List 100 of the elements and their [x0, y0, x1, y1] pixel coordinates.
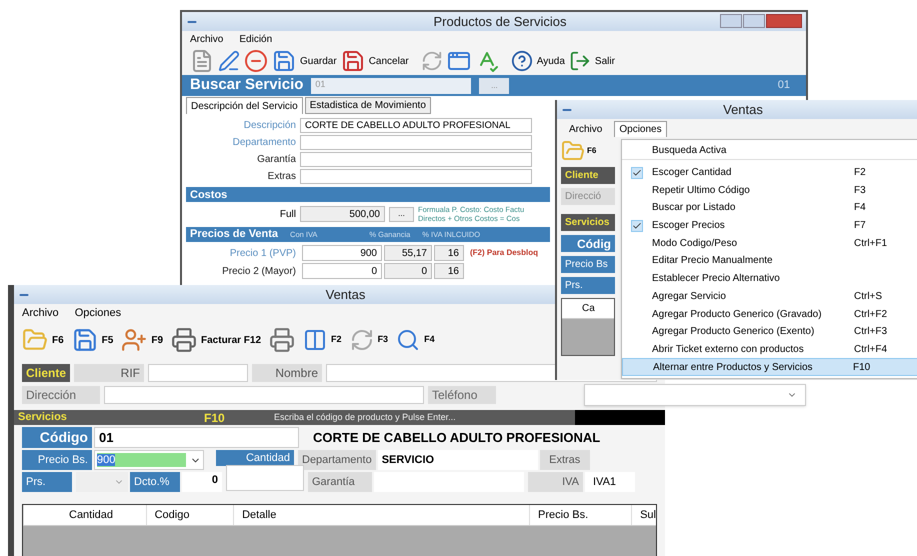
- price-label: Precio Bs: [561, 256, 615, 273]
- pen-icon[interactable]: [218, 50, 240, 72]
- tax-label: IVA: [528, 472, 583, 492]
- option-label: Alternar entre Productos y Servicios: [653, 360, 814, 375]
- open-button[interactable]: F6: [561, 139, 615, 163]
- save-button[interactable]: Guardar: [272, 49, 337, 73]
- menu-option[interactable]: Alternar entre Productos y Servicios F10: [622, 358, 917, 376]
- option-label: Agregar Servicio: [652, 290, 727, 304]
- minimize-button[interactable]: [720, 14, 742, 28]
- windows-icon[interactable]: [446, 49, 471, 73]
- discount-field[interactable]: 0: [182, 472, 222, 492]
- discount-label: Dcto.%: [130, 472, 180, 492]
- formula-button[interactable]: ...: [389, 206, 414, 222]
- help-icon: [510, 50, 533, 72]
- phone-label: Teléfono: [428, 386, 496, 404]
- shortcut-text: Ctrl+S: [853, 290, 884, 304]
- toolbar-button[interactable]: F3: [350, 328, 388, 352]
- code-field[interactable]: 01: [94, 427, 299, 448]
- warranty-label: Garantía: [308, 472, 372, 492]
- prs-select[interactable]: [76, 472, 128, 492]
- toolbar-button[interactable]: F4: [396, 328, 435, 352]
- column-header[interactable]: Detalle: [233, 505, 530, 525]
- cancel-button[interactable]: Cancelar: [340, 49, 409, 73]
- search-label: Buscar Servicio: [190, 75, 304, 96]
- price-select[interactable]: 900: [94, 450, 204, 470]
- document-icon[interactable]: [190, 49, 214, 73]
- tab[interactable]: Descripción del Servicio: [186, 97, 303, 114]
- menu-option[interactable]: Modo Codigo/Peso Ctrl+F1: [622, 234, 917, 252]
- address-field[interactable]: [104, 386, 424, 404]
- menu-item[interactable]: Archivo: [565, 122, 606, 137]
- toolbar-button[interactable]: F9: [121, 327, 164, 353]
- menu-option[interactable]: Agregar Producto Generico (Exento) Ctrl+F3: [622, 322, 917, 341]
- field-label: Extras: [266, 170, 296, 184]
- toolbar-button[interactable]: F6: [22, 327, 64, 353]
- option-label: Busqueda Activa: [652, 144, 728, 158]
- close-button[interactable]: [766, 14, 802, 28]
- column-header[interactable]: Sul: [631, 505, 656, 525]
- floppy-icon: [272, 49, 296, 73]
- menu-option[interactable]: Editar Precio Manualmente: [622, 252, 917, 270]
- tax-value: IVA1: [585, 472, 635, 492]
- unlock-hint: (F2) Para Desbloq: [470, 247, 538, 259]
- help-button[interactable]: Ayuda: [510, 50, 565, 72]
- option-label: Abrir Ticket externo con productos: [652, 342, 805, 357]
- field-label: Descripción: [242, 119, 296, 133]
- menu-option[interactable]: Repetir Ultimo Código F3: [622, 181, 917, 200]
- name-label: Nombre: [252, 364, 322, 382]
- menu-option[interactable]: Escoger Cantidad F2: [622, 164, 917, 182]
- refresh-icon[interactable]: [420, 50, 443, 72]
- exit-button[interactable]: Salir: [568, 50, 615, 72]
- extras-label: Extras: [540, 450, 590, 470]
- address-label: Direcció: [561, 188, 615, 205]
- menu-item[interactable]: Archivo: [22, 304, 59, 322]
- menu-option[interactable]: Busqueda Activa: [622, 142, 917, 160]
- shortcut-text: F10: [852, 360, 872, 375]
- shortcut-text: F4: [853, 201, 867, 216]
- menu-option[interactable]: Establecer Precio Alternativo: [622, 270, 917, 288]
- rif-label: RIF: [74, 364, 144, 382]
- menu-item[interactable]: Archivo: [190, 32, 224, 46]
- shortcut-text: Ctrl+F3: [853, 325, 888, 340]
- stop-icon[interactable]: [244, 49, 268, 73]
- menu-option[interactable]: Agregar Producto Generico (Gravado) Ctrl+F2: [622, 305, 917, 323]
- price-field[interactable]: 0: [302, 263, 382, 279]
- code-label: Código: [22, 427, 92, 448]
- price-field: 16: [434, 245, 464, 261]
- text-field[interactable]: CORTE DE CABELLO ADULTO PROFESIONAL: [300, 118, 532, 133]
- department-value: SERVICIO: [378, 450, 538, 470]
- toolbar-button[interactable]: Facturar F12: [171, 327, 262, 353]
- address-label: Dirección: [22, 386, 100, 404]
- shortcut-text: Ctrl+F4: [853, 342, 888, 357]
- floppy-icon: [340, 49, 365, 73]
- menu-option[interactable]: Abrir Ticket externo con productos Ctrl+F4: [622, 340, 917, 358]
- column-header[interactable]: Codigo: [146, 505, 234, 525]
- price-field: 55,17: [384, 245, 432, 261]
- tab[interactable]: Estadistica de Movimiento: [304, 97, 431, 114]
- floppy-icon: [72, 327, 98, 353]
- quantity-field[interactable]: [226, 465, 304, 491]
- menu-option[interactable]: Agregar Servicio Ctrl+S: [622, 288, 917, 306]
- phone-field[interactable]: [584, 384, 806, 406]
- menu-item[interactable]: Edición: [239, 32, 272, 46]
- field-label: Precio 1 (PVP): [228, 246, 296, 260]
- department-label: Departamento: [298, 450, 376, 470]
- menu-item[interactable]: Opciones: [74, 304, 122, 322]
- toolbar-button[interactable]: F2: [303, 328, 342, 352]
- menu-item[interactable]: Opciones: [614, 121, 667, 137]
- maximize-button[interactable]: [743, 14, 765, 28]
- window-title: Ventas: [723, 100, 763, 119]
- option-label: Establecer Precio Alternativo: [652, 272, 781, 286]
- column-header[interactable]: Precio Bs.: [529, 505, 632, 525]
- add-user-icon: [121, 327, 148, 353]
- menu-option[interactable]: Buscar por Listado F4: [622, 199, 917, 217]
- column-header[interactable]: Cantidad: [23, 505, 146, 525]
- section-key: F10: [204, 408, 274, 426]
- price-field[interactable]: 900: [302, 245, 382, 261]
- printer-icon[interactable]: [269, 327, 296, 353]
- toolbar-button[interactable]: F5: [72, 327, 114, 353]
- section-header: Costos: [186, 187, 550, 202]
- shortcut-text: F7: [853, 219, 867, 234]
- rif-field[interactable]: [148, 364, 248, 382]
- menu-option[interactable]: Escoger Precios F7: [622, 216, 917, 234]
- cost-field[interactable]: 500,00: [300, 206, 385, 222]
